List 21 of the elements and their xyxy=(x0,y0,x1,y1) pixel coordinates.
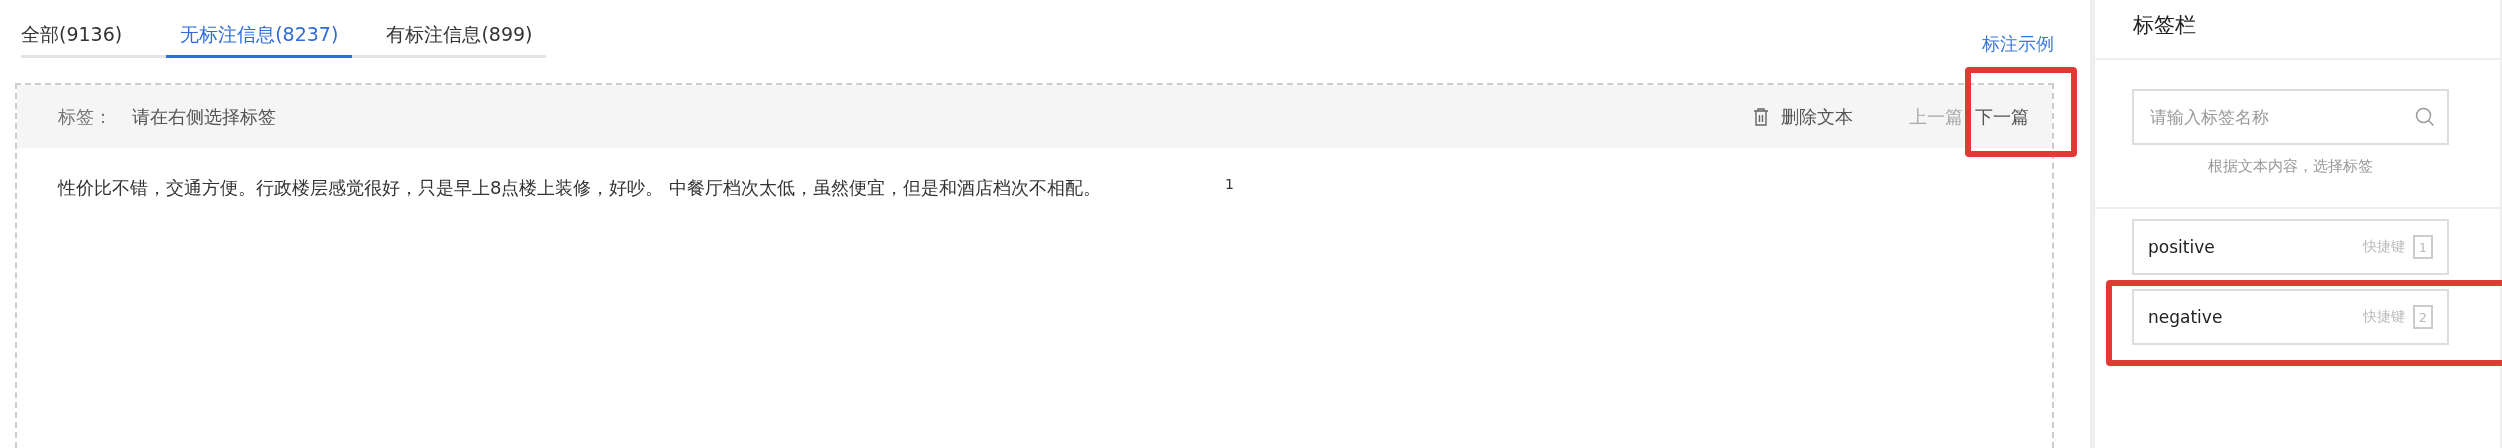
search-icon xyxy=(2415,107,2435,127)
shortcut-caption: 快捷键 xyxy=(2363,238,2405,256)
label-option[interactable]: positive 快捷键 1 xyxy=(2132,219,2449,275)
label-option[interactable]: negative 快捷键 2 xyxy=(2132,289,2449,345)
hint-text: 根据文本内容，选择标签 xyxy=(2207,157,2374,176)
label-caption: 标签： xyxy=(58,104,112,129)
shortcut-caption: 快捷键 xyxy=(2363,308,2405,326)
label-value: 请在右侧选择标签 xyxy=(132,104,276,129)
tab[interactable]: 有标注信息(899) xyxy=(386,0,533,58)
count: 1 xyxy=(1225,176,1234,194)
trash-icon xyxy=(1753,107,1769,126)
sidebar-title: 标签栏 xyxy=(2095,0,2500,60)
search-field[interactable]: 请输入标签名称 xyxy=(2132,89,2449,145)
example-link[interactable]: 标注示例 xyxy=(1982,32,2054,56)
tab[interactable]: 全部(9136) xyxy=(21,0,123,58)
shortcut-key: 1 xyxy=(2413,235,2433,259)
tab[interactable]: 无标注信息(8237) xyxy=(166,0,353,58)
next-button[interactable]: 下一篇 xyxy=(1969,100,2035,133)
delete-button[interactable]: 删除文本 xyxy=(1753,104,1853,129)
document-text: 性价比不错，交通方便。行政楼层感觉很好，只是早上8点楼上装修，好吵。 中餐厅档次太低，虽然便宜，但是和酒店档次不相配。 xyxy=(58,176,1103,200)
shortcut-key: 2 xyxy=(2413,305,2433,329)
